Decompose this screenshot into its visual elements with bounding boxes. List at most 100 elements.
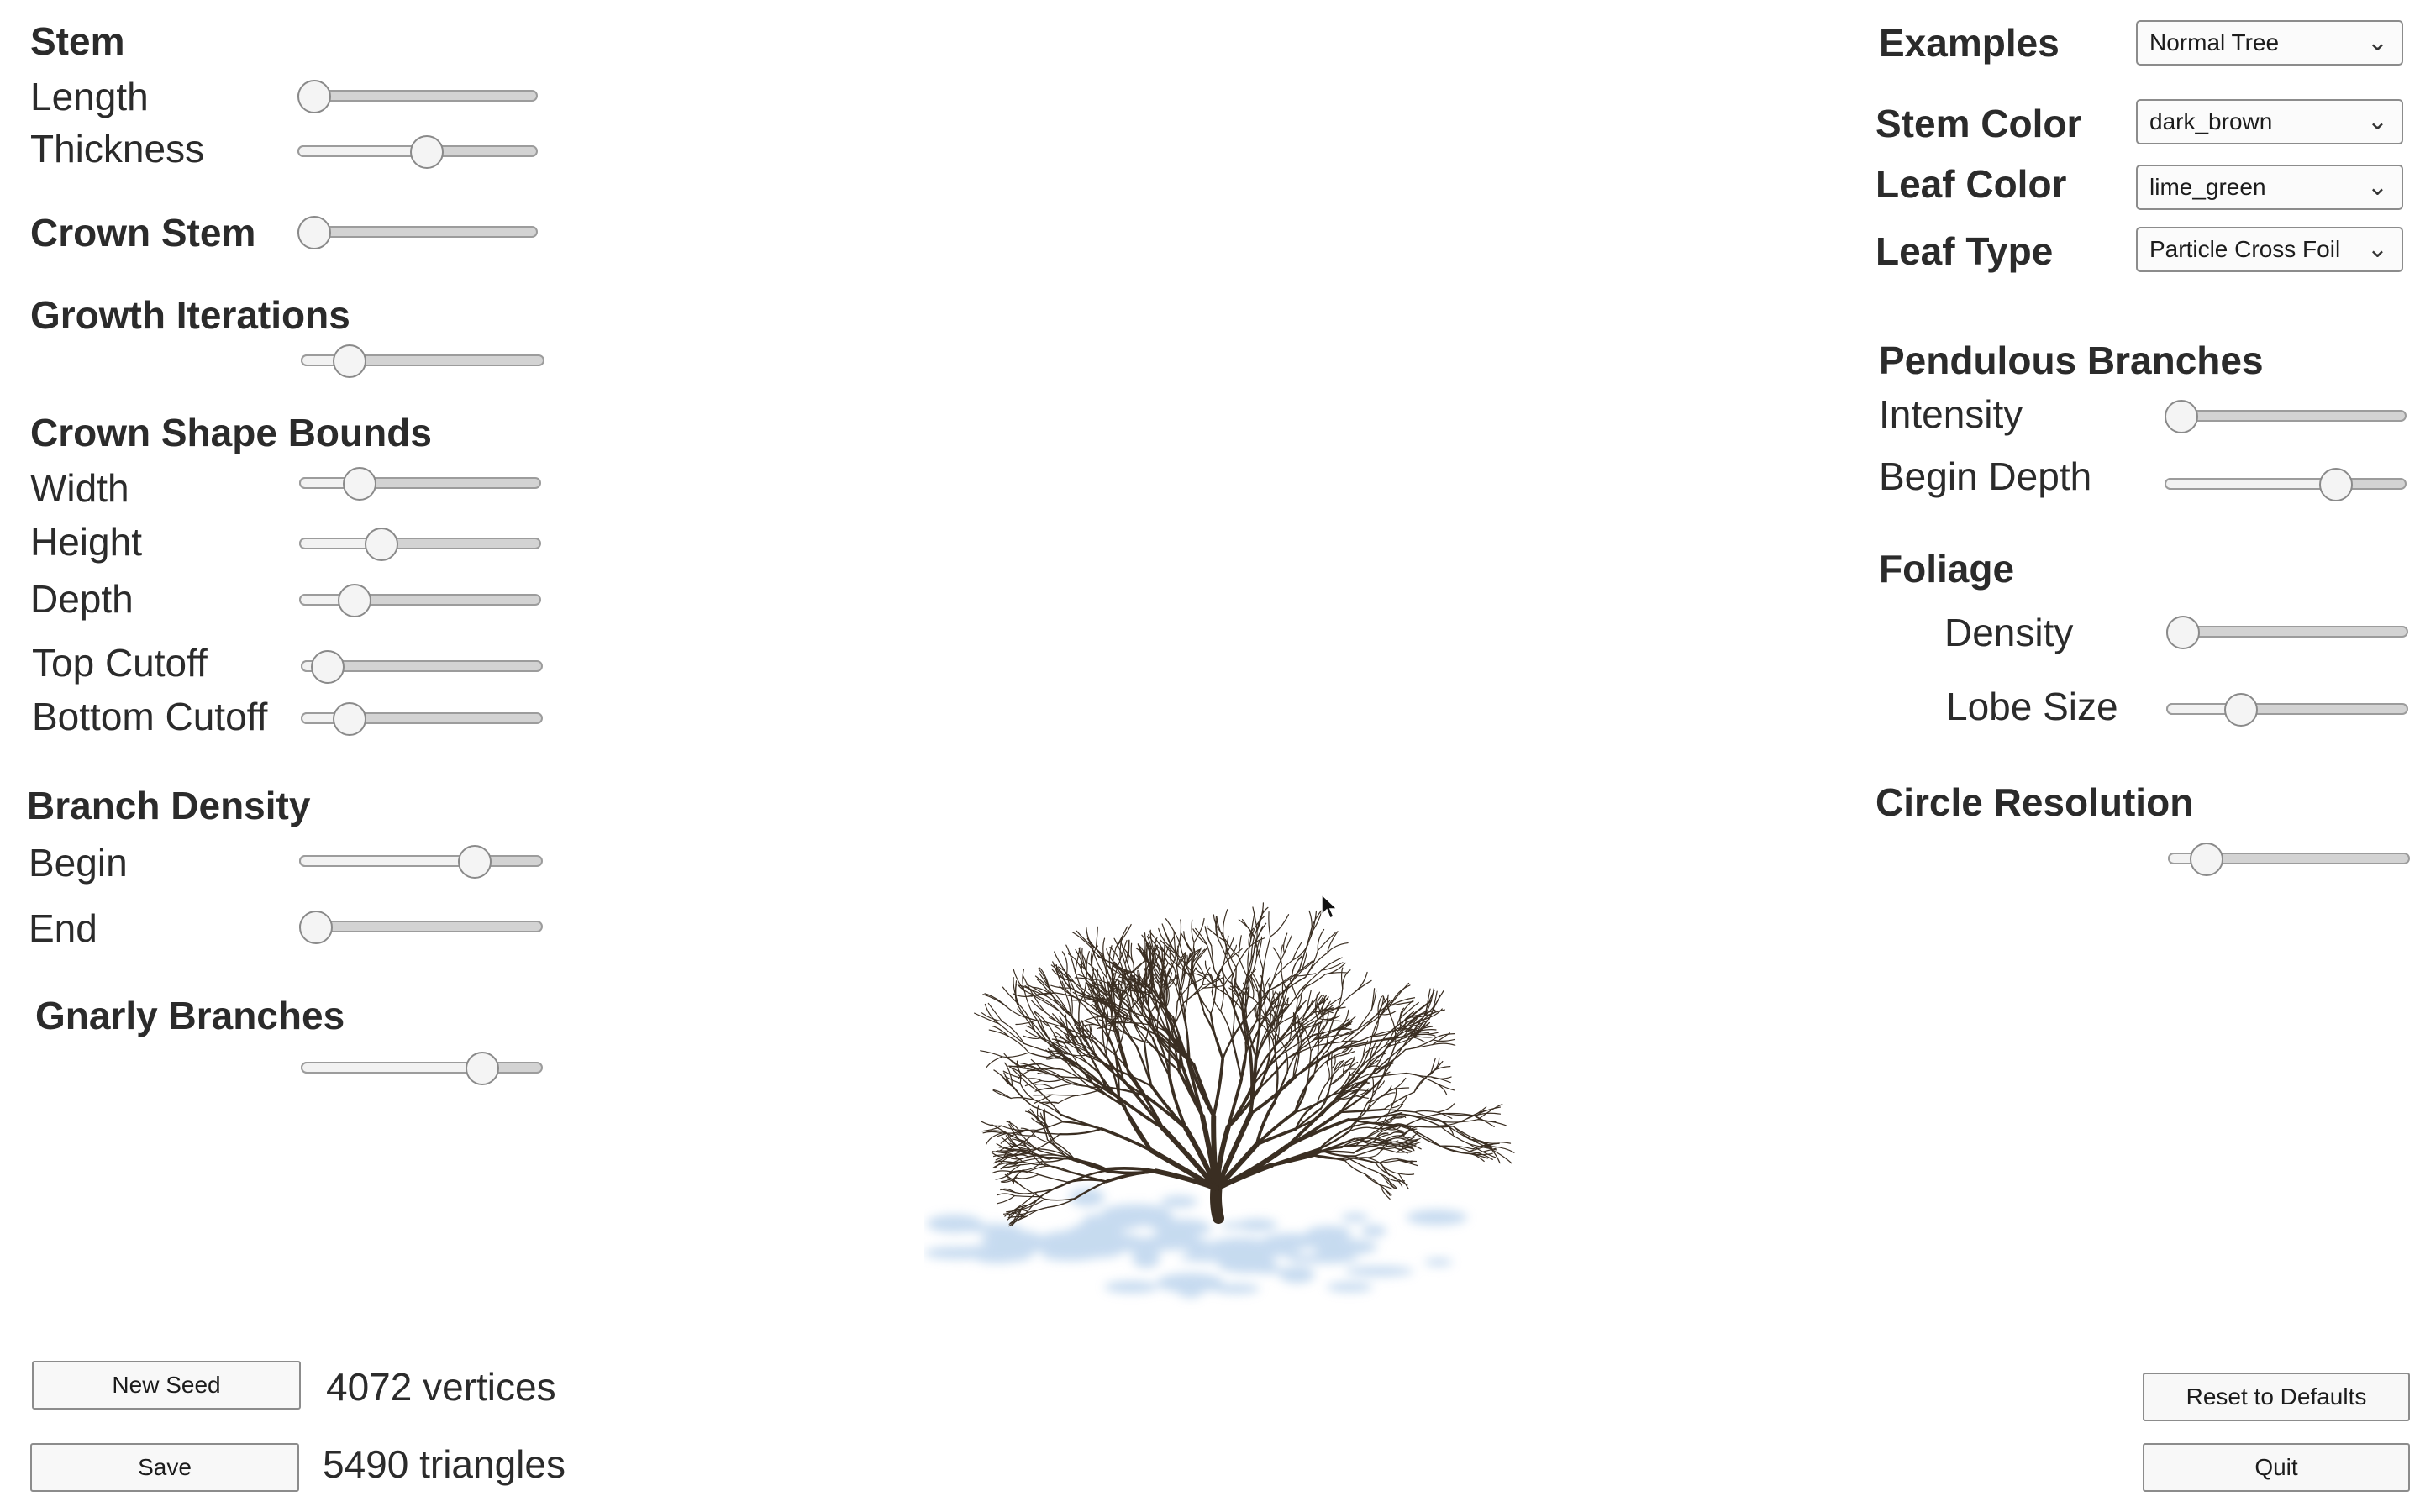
slider-thumb[interactable] [2319,468,2354,501]
branch [986,1056,1003,1068]
branch [1220,985,1225,1012]
branch [1321,962,1344,971]
new-seed-button[interactable]: New Seed [32,1361,301,1410]
branch [1292,960,1313,977]
slider-thumb[interactable] [297,216,332,249]
shadow-blob [1122,1245,1165,1253]
slider-thumb[interactable] [364,528,398,561]
examples-label: Examples [1879,21,2060,65]
branch [1354,971,1368,993]
top-cutoff-slider[interactable] [301,650,543,684]
branch [981,1121,1002,1127]
shadow-blob [1344,1266,1414,1277]
leaf-type-select[interactable]: Particle Cross Foil ⌄ [2136,227,2403,272]
branch [1377,1011,1397,1016]
shadow-blob [1249,1252,1274,1267]
chevron-down-icon: ⌄ [2366,173,2388,201]
branch [980,1050,1003,1058]
slider-thumb[interactable] [466,1052,499,1085]
chevron-down-icon: ⌄ [2366,108,2388,135]
branch [987,1002,1003,1022]
crown-height-slider[interactable] [299,528,541,561]
stem-thickness-label: Thickness [30,127,205,171]
branch [1219,1010,1234,1040]
branch [1059,1127,1103,1136]
slider-thumb[interactable] [457,845,492,879]
save-button[interactable]: Save [30,1443,299,1492]
branch [1383,1109,1416,1113]
shadow-blob [1340,1213,1370,1222]
growth-iterations-slider[interactable] [301,344,544,378]
pendulous-intensity-slider[interactable] [2165,400,2407,433]
shadow-blob [1184,1238,1211,1256]
crown-depth-label: Depth [30,577,134,621]
chevron-down-icon: ⌄ [2366,29,2388,56]
stem-length-label: Length [30,75,149,118]
stem-color-select[interactable]: dark_brown ⌄ [2136,99,2403,144]
slider-thumb[interactable] [2190,843,2224,876]
foliage-lobe-size-slider[interactable] [2166,693,2408,727]
slider-thumb[interactable] [2224,693,2259,727]
tree-viewport[interactable] [924,806,1529,1327]
stem-length-slider[interactable] [297,80,538,113]
leaf-color-label: Leaf Color [1876,162,2067,206]
crown-depth-slider[interactable] [299,584,541,617]
shadow-blob [1326,1282,1373,1293]
branch [1340,1040,1360,1043]
branch [1297,982,1309,1000]
shadow-blob [1424,1258,1453,1267]
branch [1268,911,1271,937]
branch [1298,936,1312,970]
branch [1432,1081,1448,1095]
reset-defaults-button[interactable]: Reset to Defaults [2143,1373,2410,1421]
stem-thickness-slider[interactable] [297,135,538,169]
foliage-heading: Foliage [1879,547,2015,591]
crown-stem-slider[interactable] [297,216,538,249]
branch-end-slider[interactable] [299,911,543,944]
shadow-blob [1261,1233,1322,1250]
slider-thumb[interactable] [297,80,332,113]
examples-select[interactable]: Normal Tree ⌄ [2136,20,2403,66]
slider-thumb[interactable] [410,135,445,169]
shadow-blob [1236,1219,1278,1231]
slider-thumb[interactable] [338,584,372,617]
slider-thumb[interactable] [2166,616,2201,649]
branch [1327,931,1339,953]
bottom-cutoff-slider[interactable] [301,702,543,736]
circle-resolution-slider[interactable] [2168,843,2410,876]
slider-thumb[interactable] [2165,400,2199,433]
slider-thumb[interactable] [343,467,376,501]
slider-thumb[interactable] [310,650,345,684]
branch [1011,1156,1029,1160]
branch [1344,1159,1365,1175]
shadow-blob [1279,1266,1315,1284]
slider-thumb[interactable] [333,344,366,378]
branch [974,1012,1000,1025]
crown-width-slider[interactable] [299,467,541,501]
branch [1381,1145,1401,1149]
branch [1067,1156,1107,1172]
quit-button[interactable]: Quit [2143,1443,2410,1492]
crown-stem-heading: Crown Stem [30,211,256,255]
slider-thumb[interactable] [299,911,334,944]
foliage-density-slider[interactable] [2166,616,2408,649]
branch-begin-slider[interactable] [299,845,543,879]
branch [1441,1119,1479,1123]
branch [1025,1129,1061,1135]
foliage-lobe-size-label: Lobe Size [1946,685,2118,728]
slider-thumb[interactable] [332,702,366,736]
shadow-blob [926,1215,982,1233]
crown-shape-heading: Crown Shape Bounds [30,411,432,454]
branch [997,1193,1016,1197]
leaf-color-select[interactable]: lime_green ⌄ [2136,165,2403,210]
branch [997,1194,1016,1205]
foliage-density-label: Density [1944,611,2074,654]
branch [1369,1072,1407,1079]
shadow-blob [924,1247,992,1259]
gnarly-slider[interactable] [301,1052,543,1085]
branch-end-label: End [29,906,97,950]
pendulous-begin-depth-slider[interactable] [2165,468,2407,501]
shadow-blob [1099,1234,1144,1248]
branch [1013,1194,1041,1198]
branch [1383,1091,1415,1110]
